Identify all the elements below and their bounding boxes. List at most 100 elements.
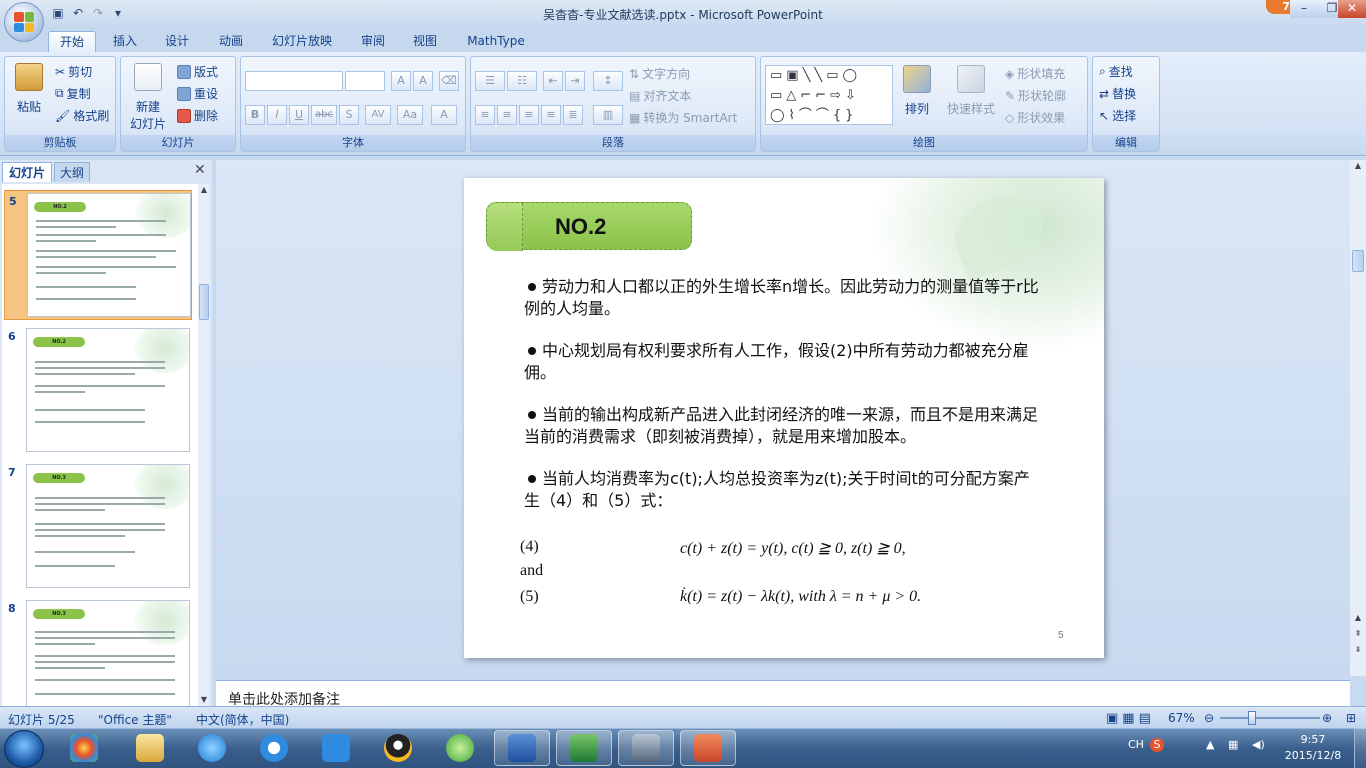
delete-button[interactable]: 删除 [177,107,218,124]
clear-formatting-button[interactable]: ⌫ [439,71,459,91]
zoom-slider[interactable] [1220,717,1320,719]
scroll-thumb[interactable] [1352,250,1364,272]
bullet-2[interactable]: 中心规划局有权利要求所有人工作，假设(2)中所有劳动力都被充分雇佣。 [524,340,1044,384]
close-button[interactable]: ✕ [1338,0,1366,18]
change-case-button[interactable]: Aa [397,105,423,125]
slideshow-view-icon[interactable]: ▤ [1139,711,1155,726]
start-button[interactable] [4,730,44,768]
bullets-button[interactable]: ☰ [475,71,505,91]
slide-thumbnail-8[interactable]: 8 NO.3 [4,598,192,706]
decrease-indent-button[interactable]: ⇤ [543,71,563,91]
bullet-4[interactable]: 当前人均消费率为c(t);人均总投资率为z(t);关于时间t的可分配方案产生（4… [524,468,1044,512]
justify-button[interactable]: ≡ [541,105,561,125]
bold-button[interactable]: B [245,105,265,125]
slide-thumbnail-5[interactable]: 5 NO.2 [4,190,192,320]
find-button[interactable]: ⌕ 查找 [1099,63,1133,80]
italic-button[interactable]: I [267,105,287,125]
slide-canvas[interactable]: NO.2 劳动力和人口都以正的外生增长率n增长。因此劳动力的测量值等于r比例的人… [464,178,1104,658]
equation-4[interactable]: c(t) + z(t) = y(t), c(t) ≧ 0, z(t) ≧ 0, [680,538,906,558]
increase-indent-button[interactable]: ⇥ [565,71,585,91]
select-button[interactable]: ↖ 选择 [1099,107,1136,124]
slide-scrollbar[interactable]: ▲ ▲ ⇞ ⇟ [1350,160,1366,676]
taskbar-app-icon[interactable] [56,730,112,766]
taskbar-excel[interactable] [556,730,612,766]
thumbnail-scrollbar[interactable]: ▲ ▼ [198,184,210,706]
tab-animations[interactable]: 动画 [208,31,254,52]
show-desktop-button[interactable] [1354,728,1366,768]
tab-mathtype[interactable]: MathType [460,31,532,52]
shapes-gallery[interactable]: ▭▣╲╲▭◯ ▭△⌐⌐⇨⇩ ◯⌇⌒⌒{} [765,65,893,125]
sogou-tray-icon[interactable]: S [1150,738,1164,752]
tab-view[interactable]: 视图 [404,31,446,52]
zoom-out-icon[interactable]: ⊖ [1204,711,1214,725]
scroll-up-small-icon[interactable]: ▲ [1352,612,1364,624]
slide-title[interactable]: NO.2 [555,211,606,243]
taskbar-sogou[interactable] [246,730,302,766]
tab-review[interactable]: 审阅 [352,31,394,52]
taskbar-image-viewer[interactable] [618,730,674,766]
slide-sorter-icon[interactable]: ▦ [1122,711,1138,726]
network-icon[interactable]: ▦ [1228,738,1238,751]
distributed-button[interactable]: ≣ [563,105,583,125]
format-painter-button[interactable]: 🖌 格式刷 [55,107,109,124]
scroll-up-icon[interactable]: ▲ [198,184,210,196]
cut-button[interactable]: ✂ 剪切 [55,63,92,80]
volume-icon[interactable]: ◀) [1252,738,1265,751]
taskbar-browser[interactable] [432,730,488,766]
smartart-button[interactable]: ▦ 转换为 SmartArt [629,109,737,126]
language-indicator[interactable]: 中文(简体，中国) [196,711,289,728]
taskbar-ie[interactable] [184,730,240,766]
align-left-button[interactable]: ≡ [475,105,495,125]
zoom-in-icon[interactable]: ⊕ [1322,711,1332,725]
font-name-field[interactable] [245,71,343,91]
copy-button[interactable]: ⧉ 复制 [55,85,91,102]
font-size-field[interactable] [345,71,385,91]
taskbar-explorer[interactable] [122,730,178,766]
align-center-button[interactable]: ≡ [497,105,517,125]
equation-5[interactable]: k̇(t) = z(t) − λk(t), with λ = n + μ > 0… [680,588,921,606]
new-slide-button[interactable]: 新建 幻灯片 [125,63,171,132]
paste-button[interactable]: 粘贴 [11,63,47,115]
font-color-button[interactable]: A [431,105,457,125]
reset-button[interactable]: 重设 [177,85,218,102]
taskbar-word[interactable] [494,730,550,766]
next-slide-icon[interactable]: ⇟ [1352,644,1364,656]
replace-button[interactable]: ⇄ 替换 [1099,85,1136,102]
scroll-up-icon[interactable]: ▲ [1352,160,1364,172]
show-hidden-icons-icon[interactable]: ▲ [1206,738,1214,751]
shadow-button[interactable]: S [339,105,359,125]
tab-outline[interactable]: 大纲 [54,162,90,182]
layout-button[interactable]: 版式 [177,63,218,80]
shape-fill-button[interactable]: ◈ 形状填充 [1005,65,1065,82]
zoom-level[interactable]: 67% [1168,711,1195,725]
shape-outline-button[interactable]: ✎ 形状轮廓 [1005,87,1066,104]
underline-button[interactable]: U [289,105,309,125]
minimize-button[interactable]: – [1290,0,1318,18]
close-pane-icon[interactable]: ✕ [194,162,206,178]
text-direction-button[interactable]: ⇅ 文字方向 [629,65,690,82]
input-language[interactable]: CH [1128,738,1144,751]
numbering-button[interactable]: ☷ [507,71,537,91]
shrink-font-button[interactable]: A [413,71,433,91]
align-right-button[interactable]: ≡ [519,105,539,125]
taskbar-qq[interactable] [370,730,426,766]
previous-slide-icon[interactable]: ⇞ [1352,628,1364,640]
taskbar-powerpoint[interactable] [680,730,736,766]
spacing-button[interactable]: AV [365,105,391,125]
scroll-down-icon[interactable]: ▼ [198,694,210,706]
normal-view-icon[interactable]: ▣ [1106,711,1122,726]
notes-pane[interactable]: 单击此处添加备注 [216,680,1350,708]
tab-slideshow[interactable]: 幻灯片放映 [264,31,340,52]
tab-design[interactable]: 设计 [156,31,198,52]
quick-styles-button[interactable]: 快速样式 [947,65,995,117]
bullet-1[interactable]: 劳动力和人口都以正的外生增长率n增长。因此劳动力的测量值等于r比例的人均量。 [524,276,1044,320]
scroll-thumb[interactable] [199,284,209,320]
tab-slides[interactable]: 幻灯片 [2,162,52,182]
tab-home[interactable]: 开始 [48,31,96,52]
slide-thumbnail-6[interactable]: 6 NO.2 [4,326,192,456]
bullet-3[interactable]: 当前的输出构成新产品进入此封闭经济的唯一来源，而且不是用来满足当前的消费需求（即… [524,404,1044,448]
fit-window-icon[interactable]: ⊞ [1346,711,1356,725]
line-spacing-button[interactable]: ↕ [593,71,623,91]
arrange-button[interactable]: 排列 [903,65,931,117]
system-clock[interactable]: 9:57 2015/12/8 [1280,732,1346,764]
